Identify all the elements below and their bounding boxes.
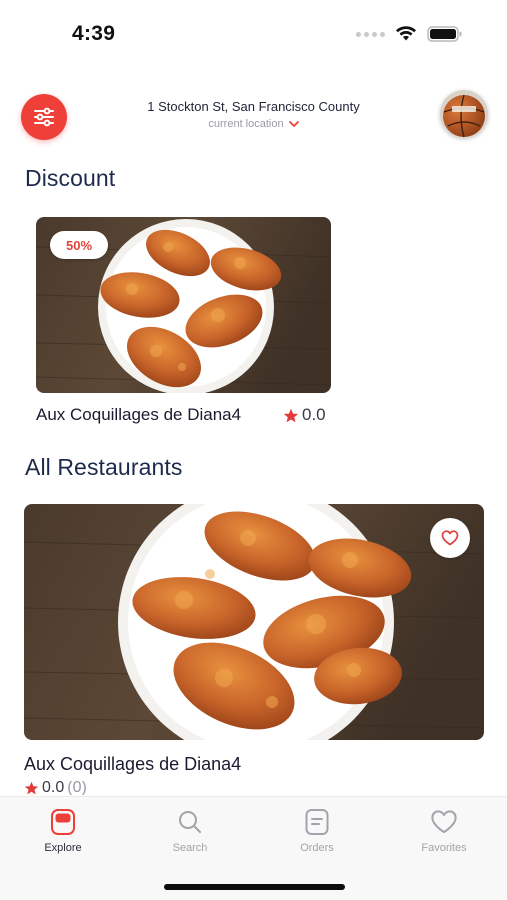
status-time: 4:39 — [72, 22, 116, 45]
discount-card[interactable]: 50% — [36, 217, 331, 393]
tab-search[interactable]: Search — [145, 807, 235, 854]
location-address: 1 Stockton St, San Francisco County — [147, 99, 360, 114]
tab-favorites-label: Favorites — [421, 842, 467, 854]
cellular-signal-icon — [356, 31, 385, 37]
location-selector[interactable]: 1 Stockton St, San Francisco County curr… — [100, 99, 407, 130]
star-icon — [283, 408, 299, 422]
tab-favorites[interactable]: Favorites — [399, 807, 489, 854]
current-location-dropdown[interactable]: current location — [100, 118, 407, 130]
restaurants-section-title: All Restaurants — [25, 454, 183, 480]
profile-avatar[interactable] — [440, 90, 488, 138]
orders-icon — [305, 809, 329, 835]
restaurant-rating-count: (0) — [67, 781, 87, 795]
discount-badge: 50% — [50, 231, 108, 259]
heart-icon — [431, 810, 457, 834]
current-location-label: current location — [208, 118, 284, 130]
home-indicator[interactable] — [164, 884, 345, 890]
basketball-avatar-icon — [440, 90, 488, 138]
restaurant-rating-value: 0.0 — [42, 781, 65, 795]
tab-orders-label: Orders — [300, 842, 334, 854]
chevron-down-icon — [288, 120, 299, 127]
star-icon — [24, 781, 39, 795]
restaurant-name[interactable]: Aux Coquillages de Diana4 — [24, 754, 241, 775]
tab-orders[interactable]: Orders — [272, 807, 362, 854]
wifi-icon — [396, 26, 416, 41]
battery-icon — [427, 26, 462, 42]
restaurant-rating: 0.0 (0) — [24, 781, 87, 795]
food-image — [24, 504, 484, 740]
status-icons — [356, 26, 463, 42]
restaurant-card[interactable] — [24, 504, 484, 740]
explore-icon — [51, 809, 75, 835]
tab-explore-label: Explore — [44, 842, 82, 854]
search-icon — [179, 811, 201, 833]
discount-restaurant-name[interactable]: Aux Coquillages de Diana4 — [36, 405, 241, 425]
favorite-button[interactable] — [430, 518, 470, 558]
discount-section-title: Discount — [25, 165, 116, 191]
sliders-icon — [34, 107, 54, 127]
status-bar: 4:39 — [0, 0, 507, 64]
tab-search-label: Search — [172, 842, 208, 854]
discount-rating: 0.0 — [283, 405, 326, 425]
discount-rating-value: 0.0 — [302, 405, 326, 424]
heart-icon — [441, 530, 459, 546]
filter-button[interactable] — [21, 94, 67, 140]
tab-explore[interactable]: Explore — [18, 807, 108, 854]
